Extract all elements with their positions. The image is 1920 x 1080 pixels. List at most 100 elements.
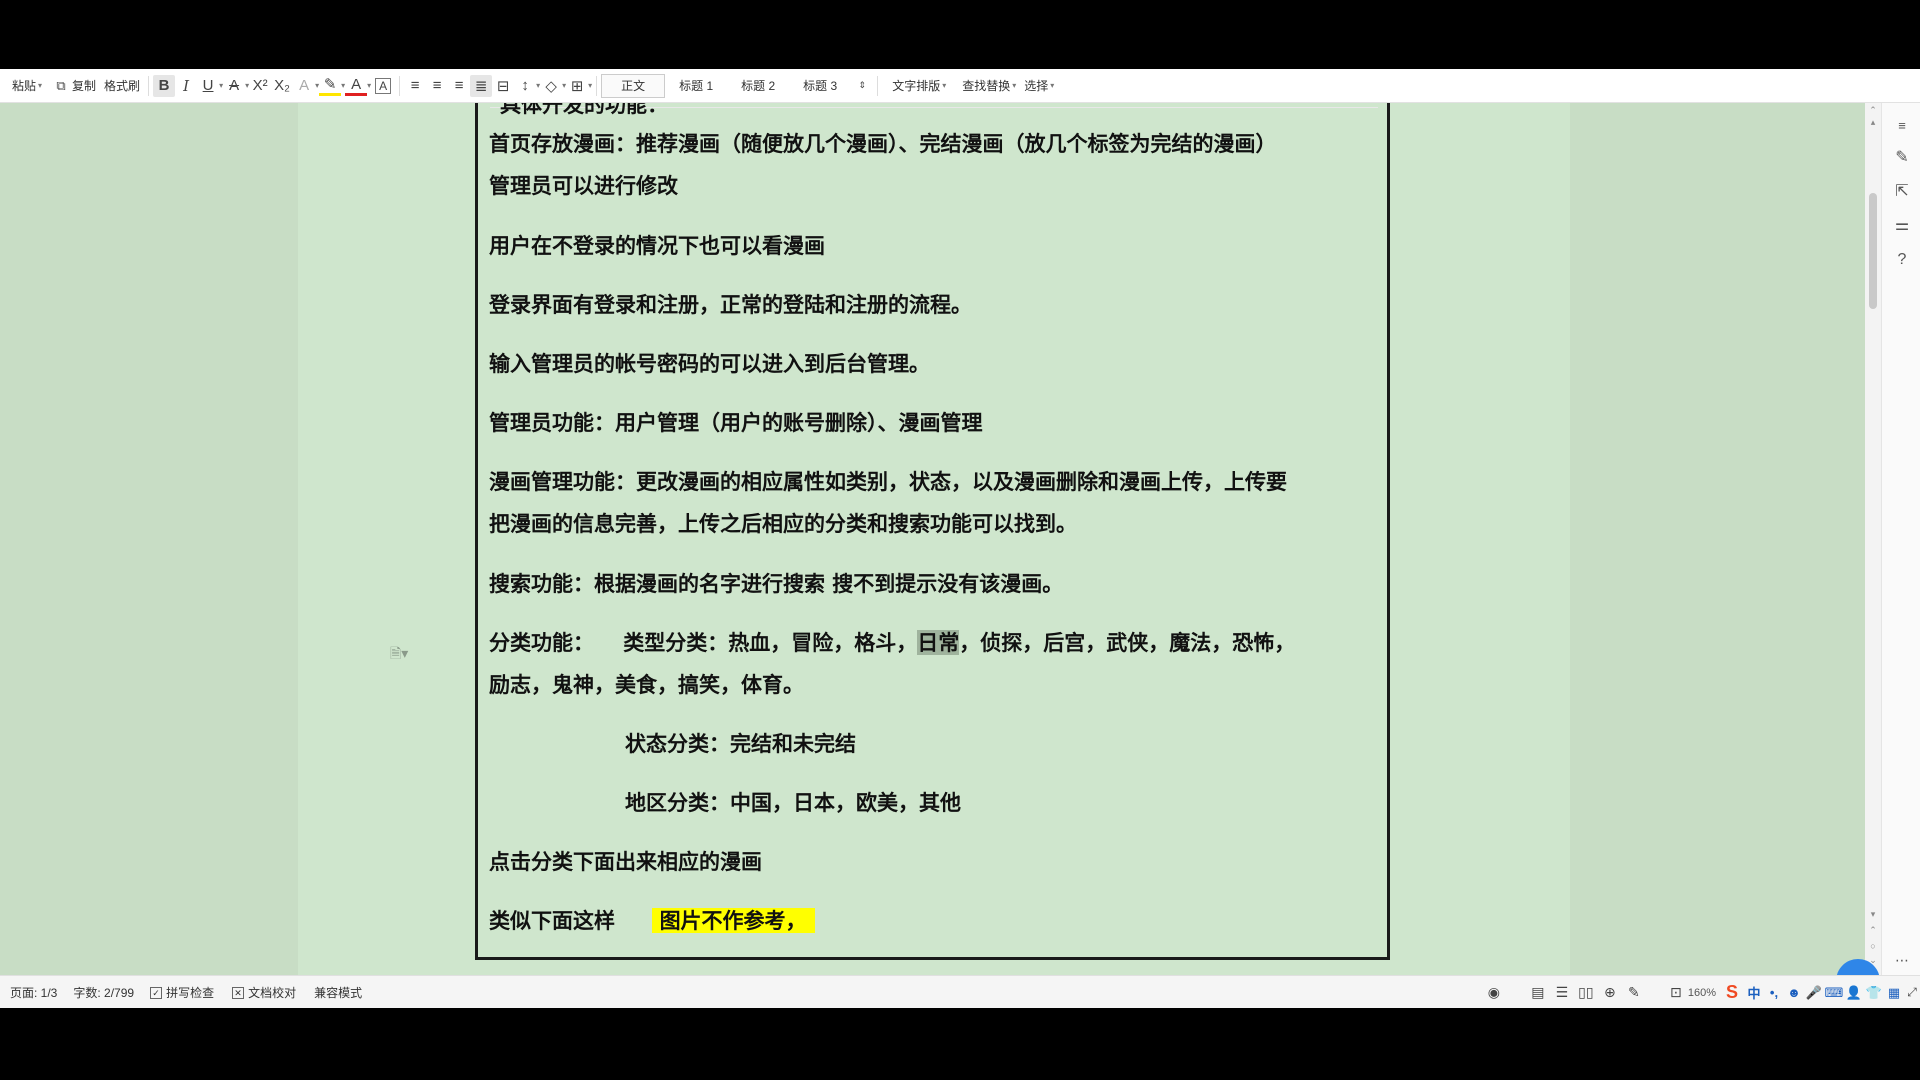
doc-paragraph: 类似下面这样 图片不作参考， — [489, 900, 815, 942]
spell-check-label: 拼写检查 — [166, 986, 215, 1000]
align-center-icon[interactable]: ≡ — [426, 75, 448, 97]
page-view-icon[interactable]: ▤ — [1526, 982, 1550, 1004]
style-heading-3[interactable]: 标题 3 — [789, 75, 851, 97]
ime-voice-icon[interactable]: 🎤 — [1804, 983, 1824, 1003]
char-border-icon[interactable]: A — [375, 77, 392, 94]
copy-label: 复制 — [72, 79, 97, 93]
ime-toolbox-icon[interactable]: ▦ — [1884, 983, 1904, 1003]
copy-icon: ⧉ — [56, 77, 66, 93]
underline-icon[interactable]: U — [197, 75, 219, 97]
ime-user-icon[interactable]: 👤 — [1844, 983, 1864, 1003]
category-text-prefix: 分类功能： 类型分类：热血，冒险，格斗， — [489, 630, 918, 655]
doc-paragraph: 地区分类：中国，日本，欧美，其他 — [625, 790, 961, 815]
select-cursor-icon[interactable]: ⇱ — [1891, 181, 1913, 203]
ime-skin-icon[interactable]: 👕 — [1864, 983, 1884, 1003]
shading-icon[interactable]: ◇ — [540, 75, 562, 97]
bold-icon[interactable]: B — [153, 74, 176, 97]
format-painter-button[interactable]: 格式刷 — [100, 74, 144, 98]
page-indicator[interactable]: 页面: 1/3 — [10, 984, 57, 1001]
spell-check-button[interactable]: ✓ 拼写检查 — [150, 984, 214, 1001]
word-count[interactable]: 字数: 2/799 — [73, 984, 134, 1001]
ime-punctuation-icon[interactable]: •, — [1764, 983, 1784, 1003]
justify-icon[interactable]: ≣ — [470, 74, 493, 97]
fullscreen-icon[interactable]: ⤢ — [1904, 982, 1920, 1004]
chevron-down-icon[interactable]: ▾ — [588, 81, 592, 90]
divider — [148, 75, 150, 96]
wps-writer-window: 粘贴 ▾ ⧉ 复制 格式刷 B I U ▾ A ▾ X² X₂ A ▾ ✎ ▾ A… — [0, 69, 1920, 1008]
divider — [399, 75, 401, 96]
write-mode-icon[interactable]: ✎ — [1622, 982, 1646, 1004]
text-layout-label: 文字排版 — [892, 79, 941, 93]
align-left-icon[interactable]: ≡ — [404, 75, 426, 97]
selected-text[interactable]: 日常 — [917, 630, 960, 655]
divider — [877, 75, 879, 96]
copy-button[interactable]: ⧉ 复制 — [46, 74, 100, 98]
prev-page-icon[interactable]: ⌃ — [1865, 925, 1881, 936]
highlight-pen-icon[interactable]: ✎ — [319, 75, 342, 96]
doc-proof-button[interactable]: ✕ 文档校对 — [232, 984, 296, 1001]
status-right-group: ◉ ▤ ☰ ▯▯ ⊕ ✎ ⊡ 160% S 中 •, ☻ 🎤 ⌨ 👤 👕 ▦ ⤢ — [1482, 976, 1920, 1008]
subscript-icon[interactable]: X₂ — [271, 75, 293, 97]
strikethrough-icon[interactable]: A — [223, 75, 245, 97]
right-task-panel: ≡ ✎ ⇱ ⚌ ? ⋯ — [1881, 103, 1920, 975]
style-heading-2[interactable]: 标题 2 — [727, 75, 789, 97]
doc-paragraph: 分类功能： 类型分类：热血，冒险，格斗，日常，侦探，后宫，武侠，魔法，恐怖， — [489, 622, 1295, 664]
fit-page-icon[interactable]: ⊡ — [1664, 982, 1688, 1004]
doc-paragraph: 把漫画的信息完善，上传之后相应的分类和搜索功能可以找到。 — [489, 511, 1077, 536]
text-layout-button[interactable]: 文字排版 ▾ — [888, 74, 950, 98]
left-margin — [0, 103, 298, 975]
scrollbar-thumb[interactable] — [1869, 193, 1877, 309]
status-bar: 页面: 1/3 字数: 2/799 ✓ 拼写检查 ✕ 文档校对 兼容模式 ◉ ▤ ☰… — [0, 975, 1920, 1008]
eye-protection-icon[interactable]: ◉ — [1482, 982, 1506, 1004]
ime-language-toggle[interactable]: 中 — [1744, 983, 1764, 1003]
find-replace-label: 查找替换 — [962, 79, 1011, 93]
line-spacing-icon[interactable]: ↕ — [514, 75, 536, 97]
ime-emoji-icon[interactable]: ☻ — [1784, 983, 1804, 1003]
outline-view-icon[interactable]: ☰ — [1550, 982, 1574, 1004]
ime-keyboard-icon[interactable]: ⌨ — [1824, 983, 1844, 1003]
collapse-panel-icon[interactable]: ≡ — [1891, 115, 1913, 137]
divider — [596, 75, 598, 96]
highlighted-text: 图片不作参考， — [651, 908, 815, 933]
border-icon[interactable]: ⊞ — [566, 75, 588, 97]
select-button[interactable]: 选择 ▾ — [1020, 74, 1058, 98]
doc-paragraph: 管理员功能：用户管理（用户的账号删除）、漫画管理 — [489, 410, 983, 435]
find-replace-button[interactable]: 查找替换 ▾ — [958, 74, 1020, 98]
more-icon[interactable]: ⋯ — [1891, 949, 1913, 971]
superscript-icon[interactable]: X² — [249, 75, 271, 97]
clear-format-icon[interactable]: A — [293, 75, 315, 97]
doc-paragraph: 漫画管理功能：更改漫画的相应属性如类别，状态，以及漫画删除和漫画上传，上传要 — [489, 469, 1287, 494]
adjust-sliders-icon[interactable]: ⚌ — [1891, 215, 1913, 237]
doc-cut-line: 具体开发的功能： — [500, 103, 668, 117]
checkbox-icon: ✕ — [232, 986, 245, 999]
help-icon[interactable]: ? — [1891, 249, 1913, 271]
doc-paragraph: 状态分类：完结和未完结 — [625, 731, 856, 756]
style-heading-1[interactable]: 标题 1 — [665, 75, 727, 97]
reading-view-icon[interactable]: ▯▯ — [1574, 982, 1598, 1004]
edit-pen-icon[interactable]: ✎ — [1891, 147, 1913, 169]
scroll-down-icon[interactable]: ▾ — [1865, 909, 1881, 920]
distribute-icon[interactable]: ⊟ — [492, 75, 514, 97]
chevron-down-icon: ▾ — [1012, 81, 1017, 90]
sogou-ime-logo-icon[interactable]: S — [1720, 982, 1744, 1004]
font-color-icon[interactable]: A — [345, 75, 368, 96]
doc-paragraph: 首页存放漫画：推荐漫画（随便放几个漫画）、完结漫画（放几个标签为完结的漫画） — [489, 131, 1277, 156]
doc-paragraph: 励志，鬼神，美食，搞笑，体育。 — [489, 672, 804, 697]
scroll-up-icon[interactable]: ▴ — [1865, 117, 1881, 128]
style-normal[interactable]: 正文 — [601, 73, 666, 98]
chevron-down-icon[interactable]: ▾ — [367, 81, 371, 90]
italic-icon[interactable]: I — [175, 75, 197, 97]
right-margin — [1570, 103, 1865, 975]
paragraph-layout-icon[interactable]: 🗎▾ — [390, 643, 408, 667]
document-area[interactable]: 具体开发的功能： 🗎▾ 首页存放漫画：推荐漫画（随便放几个漫画）、完结漫画（放几… — [0, 103, 1865, 975]
format-painter-label: 格式刷 — [104, 79, 141, 93]
scroll-up-icon[interactable]: ⌃ — [1865, 105, 1881, 116]
styles-expand-icon[interactable]: ⇕ — [851, 75, 873, 97]
doc-paragraph: 输入管理员的帐号密码的可以进入到后台管理。 — [489, 351, 930, 376]
align-right-icon[interactable]: ≡ — [448, 75, 470, 97]
paste-button[interactable]: 粘贴 ▾ — [8, 74, 46, 98]
browse-object-icon[interactable]: ○ — [1865, 941, 1881, 951]
vertical-scrollbar[interactable]: ⌃ ▴ ▾ ⌃ ○ ⌄ — [1865, 103, 1881, 975]
web-view-icon[interactable]: ⊕ — [1598, 982, 1622, 1004]
zoom-level[interactable]: 160% — [1688, 987, 1716, 999]
